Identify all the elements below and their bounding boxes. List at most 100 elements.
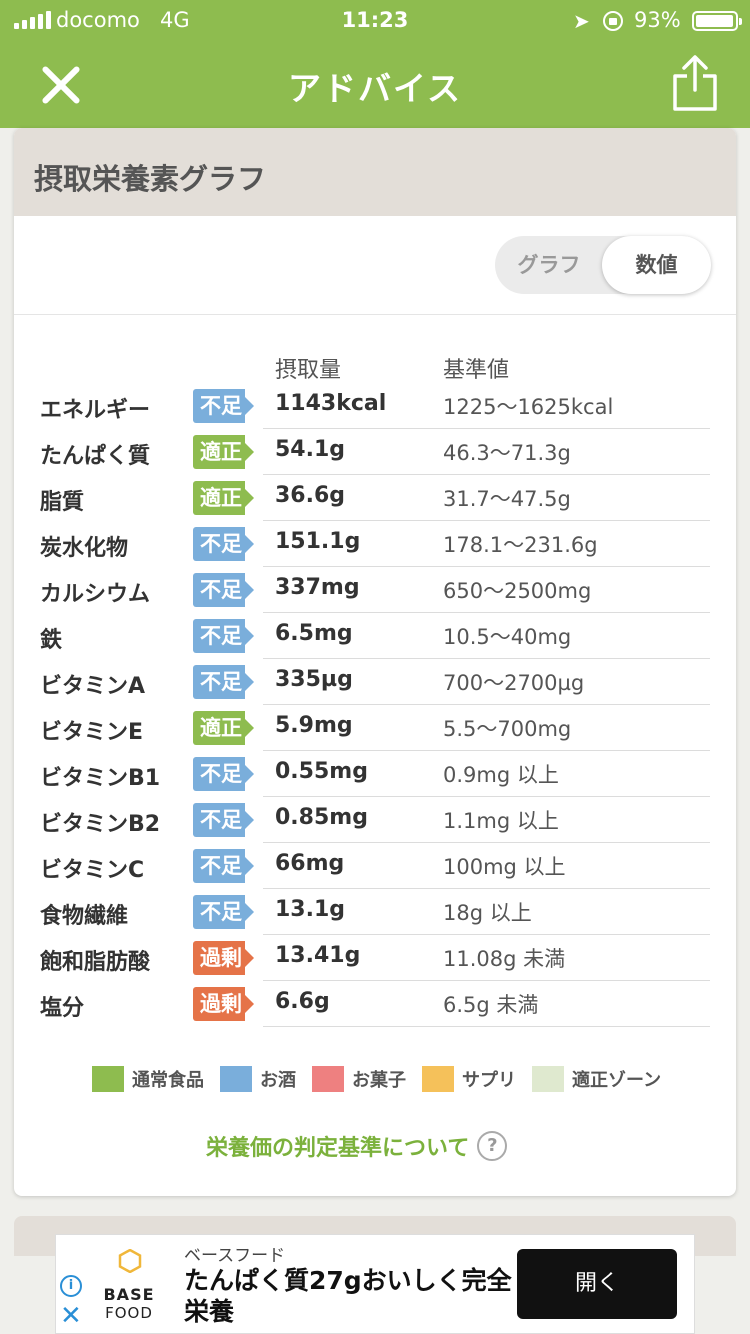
legend-swatch <box>220 1066 252 1092</box>
legend-swatch <box>422 1066 454 1092</box>
nutrient-name: ビタミンA <box>40 674 146 699</box>
nutrient-name: ビタミンB1 <box>40 766 161 791</box>
status-badge: 適正 <box>193 711 254 745</box>
status-badge: 不足 <box>193 665 254 699</box>
location-icon: ➤ <box>573 9 590 33</box>
table-row: 脂質 適正 36.6g 31.7〜47.5g <box>14 475 736 521</box>
intake-value: 337mg <box>275 575 360 600</box>
standard-value: 650〜2500mg <box>443 579 592 603</box>
legend-label: お菓子 <box>352 1070 406 1091</box>
page-title: アドバイス <box>287 69 462 108</box>
divider <box>14 314 736 315</box>
nutrient-name: ビタミンE <box>40 720 144 745</box>
intake-value: 13.1g <box>275 897 346 922</box>
help-icon[interactable]: ? <box>477 1131 508 1161</box>
table-row: カルシウム 不足 337mg 650〜2500mg <box>14 567 736 613</box>
legend-item: 通常食品 <box>92 1066 204 1092</box>
open-button[interactable]: 開く <box>517 1249 677 1319</box>
table-row: エネルギー 不足 1143kcal 1225〜1625kcal <box>14 383 736 429</box>
intake-value: 335µg <box>275 667 353 692</box>
advertiser-name: ベースフード <box>184 1246 286 1266</box>
nutrient-card: 摂取栄養素グラフ グラフ 数値 摂取量 基準値 エネルギー 不足 1143kcal 1… <box>14 128 736 1196</box>
legend-label: サプリ <box>462 1070 516 1091</box>
legend-label: 通常食品 <box>132 1070 204 1091</box>
table-row: 炭水化物 不足 151.1g 178.1〜231.6g <box>14 521 736 567</box>
table-row: ビタミンE 適正 5.9mg 5.5〜700mg <box>14 705 736 751</box>
intake-value: 151.1g <box>275 529 361 554</box>
legend-swatch <box>92 1066 124 1092</box>
table-row: たんぱく質 適正 54.1g 46.3〜71.3g <box>14 429 736 475</box>
nutrient-name: 飽和脂肪酸 <box>40 950 151 975</box>
table-row: ビタミンA 不足 335µg 700〜2700µg <box>14 659 736 705</box>
legend-swatch <box>312 1066 344 1092</box>
status-badge: 不足 <box>193 757 254 791</box>
status-badge: 適正 <box>193 481 254 515</box>
status-badge: 過剰 <box>193 941 254 975</box>
intake-value: 66mg <box>275 851 345 876</box>
standard-value: 700〜2700µg <box>443 671 585 695</box>
standard-value: 11.08g 未満 <box>443 947 566 971</box>
table-row: ビタミンC 不足 66mg 100mg 以上 <box>14 843 736 889</box>
nutrient-name: ビタミンC <box>40 858 145 883</box>
battery-percent: 93% <box>634 8 681 32</box>
standard-value: 10.5〜40mg <box>443 625 572 649</box>
column-header-intake: 摂取量 <box>275 358 342 383</box>
logo-text-food: FOOD <box>105 1304 153 1322</box>
status-bar: docomo 4G 11:23 ➤ 93% <box>0 0 750 40</box>
nutrient-name: 脂質 <box>40 490 85 515</box>
legend-item: お酒 <box>220 1066 296 1092</box>
intake-value: 36.6g <box>275 483 346 508</box>
card-title: 摂取栄養素グラフ <box>14 128 736 216</box>
nutrient-name: ビタミンB2 <box>40 812 161 837</box>
logo-text-base: BASE <box>103 1285 155 1304</box>
nutrient-table: エネルギー 不足 1143kcal 1225〜1625kcal たんぱく質 適正 54.1… <box>14 383 736 1027</box>
nutrient-name: 炭水化物 <box>40 536 129 561</box>
standard-value: 178.1〜231.6g <box>443 533 598 557</box>
orientation-lock-icon <box>603 11 623 31</box>
standard-value: 0.9mg 以上 <box>443 763 559 787</box>
nutrient-name: 塩分 <box>40 996 85 1021</box>
criteria-link-text[interactable]: 栄養価の判定基準について <box>206 1130 469 1162</box>
criteria-link[interactable]: 栄養価の判定基準について ? <box>206 1130 508 1162</box>
ad-info-icon[interactable]: i <box>60 1275 82 1297</box>
intake-value: 5.9mg <box>275 713 353 738</box>
legend: 通常食品 お酒 お菓子 サプリ 適正ゾーン <box>92 1066 677 1092</box>
legend-swatch <box>532 1066 564 1092</box>
battery-icon <box>692 11 742 31</box>
table-row: ビタミンB2 不足 0.85mg 1.1mg 以上 <box>14 797 736 843</box>
standard-value: 5.5〜700mg <box>443 717 572 741</box>
legend-item: サプリ <box>422 1066 516 1092</box>
ad-close-icon[interactable]: ✕ <box>60 1303 82 1329</box>
status-badge: 不足 <box>193 803 254 837</box>
status-badge: 不足 <box>193 619 254 653</box>
legend-item: 適正ゾーン <box>532 1066 661 1092</box>
status-badge: 不足 <box>193 895 254 929</box>
standard-value: 1.1mg 以上 <box>443 809 559 833</box>
table-row: 鉄 不足 6.5mg 10.5〜40mg <box>14 613 736 659</box>
intake-value: 54.1g <box>275 437 346 462</box>
status-badge: 不足 <box>193 389 254 423</box>
toggle-graph[interactable]: グラフ <box>495 236 603 294</box>
table-row: ビタミンB1 不足 0.55mg 0.9mg 以上 <box>14 751 736 797</box>
standard-value: 46.3〜71.3g <box>443 441 571 465</box>
toggle-value[interactable]: 数値 <box>602 236 711 294</box>
ad-banner[interactable]: i ✕ BASE FOOD ベースフード たんぱく質27gおいしく完全栄養 開く <box>55 1234 695 1334</box>
intake-value: 6.5mg <box>275 621 353 646</box>
ad-headline: たんぱく質27gおいしく完全栄養 <box>184 1266 512 1326</box>
legend-label: お酒 <box>260 1070 296 1091</box>
intake-value: 0.85mg <box>275 805 368 830</box>
intake-value: 0.55mg <box>275 759 368 784</box>
nutrient-name: 食物繊維 <box>40 904 129 929</box>
status-badge: 過剰 <box>193 987 254 1021</box>
share-icon[interactable] <box>670 54 720 112</box>
standard-value: 18g 以上 <box>443 901 532 925</box>
hexagon-icon <box>118 1249 142 1273</box>
standard-value: 6.5g 未満 <box>443 993 539 1017</box>
column-header-standard: 基準値 <box>443 358 510 383</box>
legend-label: 適正ゾーン <box>572 1070 662 1091</box>
advertiser-logo: BASE FOOD <box>98 1249 160 1322</box>
legend-item: お菓子 <box>312 1066 406 1092</box>
nutrient-name: カルシウム <box>40 582 151 607</box>
nav-bar: アドバイス <box>0 40 750 128</box>
standard-value: 100mg 以上 <box>443 855 566 879</box>
